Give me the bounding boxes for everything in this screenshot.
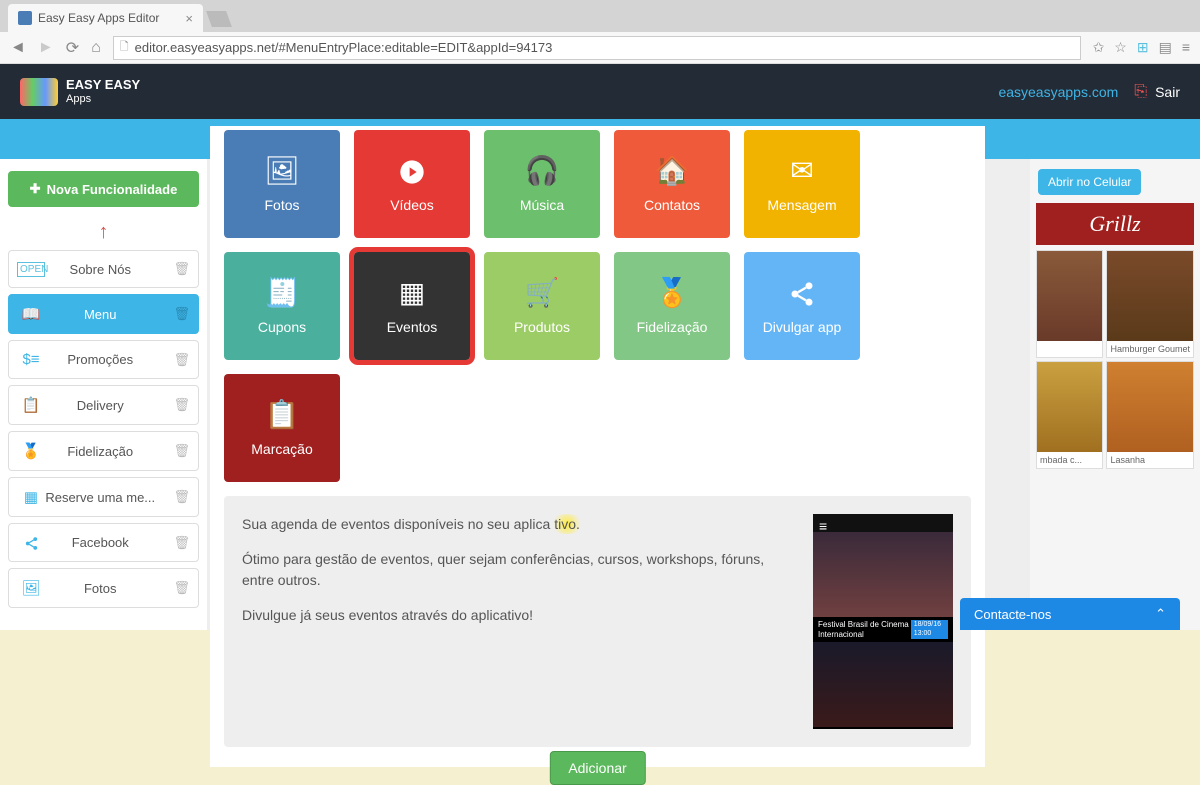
sidebar-label: Reserve uma me...	[27, 490, 173, 505]
logout-icon: ⎘	[1134, 83, 1147, 101]
new-tab-button[interactable]	[206, 11, 232, 27]
trash-icon[interactable]: 🗑	[173, 352, 190, 368]
sidebar-label: Promoções	[27, 352, 173, 367]
browser-nav-bar: ◄ ► ⟳ ⌂ 🗋 editor.easyeasyapps.net/#MenuE…	[0, 32, 1200, 64]
tile-fotos[interactable]: 🖼Fotos	[224, 130, 340, 238]
menu-icon[interactable]: ≡	[1182, 39, 1190, 56]
sidebar-item-facebook[interactable]: Facebook 🗑	[8, 523, 199, 562]
preview-panel: Abrir no Celular Grillz Hamburger Goumet…	[1030, 159, 1200, 630]
trash-icon[interactable]: 🗑	[173, 489, 190, 505]
trash-icon[interactable]: 🗑	[173, 306, 190, 322]
sidebar: ✚ Nova Funcionalidade ↑ OPEN Sobre Nós 🗑…	[0, 159, 208, 630]
tile-eventos[interactable]: ▦Eventos	[354, 252, 470, 360]
sidebar-item-reserve[interactable]: ▦ Reserve uma me... 🗑	[8, 477, 199, 517]
desc-p2: Ótimo para gestão de eventos, quer sejam…	[242, 549, 783, 591]
tile-marcacao[interactable]: 📋Marcação	[224, 374, 340, 482]
share-icon	[788, 277, 816, 309]
modal-description: Sua agenda de eventos disponíveis no seu…	[224, 496, 971, 747]
text-cursor-highlight: tivo.	[550, 514, 584, 534]
food-card[interactable]: mbada c...	[1036, 361, 1103, 469]
bookmark-icon[interactable]: ✩	[1093, 39, 1105, 56]
receipt-icon: 🧾	[265, 276, 300, 309]
sidebar-label: Delivery	[27, 398, 173, 413]
sidebar-label: Fidelização	[27, 444, 173, 459]
brand-banner: Grillz	[1036, 203, 1194, 245]
close-icon[interactable]: ×	[185, 11, 193, 26]
sidebar-label: Facebook	[27, 535, 173, 550]
trash-icon[interactable]: 🗑	[173, 261, 190, 277]
tile-musica[interactable]: 🎧Música	[484, 130, 600, 238]
trash-icon[interactable]: 🗑	[173, 580, 190, 596]
forward-icon[interactable]: ►	[38, 39, 54, 57]
arrow-annotation: ↑	[8, 221, 199, 244]
food-card[interactable]	[1036, 250, 1103, 358]
sidebar-item-sobre[interactable]: OPEN Sobre Nós 🗑	[8, 250, 199, 288]
trash-icon[interactable]: 🗑	[173, 535, 190, 551]
add-button[interactable]: Adicionar	[549, 751, 645, 785]
phone-preview: ≡ Festival Brasil de Cinema Internaciona…	[813, 514, 953, 729]
desc-p1: Sua agenda de eventos disponíveis no seu…	[242, 514, 783, 535]
logout-label: Sair	[1155, 84, 1180, 100]
clipboard-icon: 📋	[265, 398, 300, 431]
logo[interactable]: EASY EASY Apps	[20, 78, 140, 106]
image-icon: 🖼	[264, 154, 300, 187]
logout-button[interactable]: ⎘ Sair	[1134, 83, 1180, 101]
desc-p3: Divulgue já seus eventos através do apli…	[242, 605, 783, 626]
sidebar-item-menu[interactable]: 📖 Menu 🗑	[8, 294, 199, 334]
tile-contatos[interactable]: 🏠Contatos	[614, 130, 730, 238]
sidebar-item-promocoes[interactable]: $≡ Promoções 🗑	[8, 340, 199, 379]
play-icon	[398, 155, 426, 187]
browser-tab-strip: Easy Easy Apps Editor ×	[0, 0, 1200, 32]
home-icon[interactable]: ⌂	[91, 39, 101, 57]
ext-icon[interactable]: ⊞	[1137, 39, 1149, 56]
contact-widget[interactable]: Contacte-nos ⌃	[960, 598, 1180, 630]
headphones-icon: 🎧	[525, 154, 560, 187]
sidebar-label: Fotos	[27, 581, 173, 596]
tile-cupons[interactable]: 🧾Cupons	[224, 252, 340, 360]
tile-grid: 🖼Fotos Vídeos 🎧Música 🏠Contatos ✉Mensage…	[210, 126, 985, 496]
tile-videos[interactable]: Vídeos	[354, 130, 470, 238]
tile-mensagem[interactable]: ✉Mensagem	[744, 130, 860, 238]
favicon	[18, 11, 32, 25]
sidebar-label: Sobre Nós	[27, 262, 173, 277]
site-link[interactable]: easyeasyapps.com	[998, 84, 1118, 100]
logo-icon	[20, 78, 58, 106]
logo-text-1: EASY EASY	[66, 78, 140, 92]
open-mobile-button[interactable]: Abrir no Celular	[1038, 169, 1141, 195]
hamburger-icon: ≡	[819, 518, 827, 534]
medal-icon: 🏅	[655, 276, 690, 309]
trash-icon[interactable]: 🗑	[173, 397, 190, 413]
food-card[interactable]: Lasanha	[1106, 361, 1194, 469]
tab-title: Easy Easy Apps Editor	[38, 11, 159, 25]
plus-icon: ✚	[30, 181, 41, 197]
sidebar-item-delivery[interactable]: 📋 Delivery 🗑	[8, 385, 199, 425]
chevron-up-icon: ⌃	[1155, 606, 1166, 622]
back-icon[interactable]: ◄	[10, 39, 26, 57]
ext-icon-2[interactable]: ▤	[1159, 39, 1172, 56]
trash-icon[interactable]: 🗑	[173, 443, 190, 459]
new-func-label: Nova Funcionalidade	[47, 182, 178, 197]
tile-divulgar[interactable]: Divulgar app	[744, 252, 860, 360]
url-text: editor.easyeasyapps.net/#MenuEntryPlace:…	[135, 40, 553, 55]
page-icon: 🗋	[120, 38, 129, 57]
app-header: EASY EASY Apps easyeasyapps.com ⎘ Sair	[0, 64, 1200, 119]
logo-text-2: Apps	[66, 93, 140, 105]
calendar-icon: ▦	[399, 276, 425, 309]
tile-produtos[interactable]: 🛒Produtos	[484, 252, 600, 360]
cart-icon: 🛒	[525, 276, 560, 309]
home-icon: 🏠	[655, 154, 690, 187]
contact-label: Contacte-nos	[974, 607, 1051, 622]
url-bar[interactable]: 🗋 editor.easyeasyapps.net/#MenuEntryPlac…	[113, 36, 1081, 60]
sidebar-label: Menu	[27, 307, 173, 322]
browser-tab[interactable]: Easy Easy Apps Editor ×	[8, 4, 203, 32]
new-functionality-button[interactable]: ✚ Nova Funcionalidade	[8, 171, 199, 207]
tile-fidelizacao[interactable]: 🏅Fidelização	[614, 252, 730, 360]
sidebar-item-fidelizacao[interactable]: 🏅 Fidelização 🗑	[8, 431, 199, 471]
reload-icon[interactable]: ⟳	[66, 38, 79, 58]
functionality-modal: 🖼Fotos Vídeos 🎧Música 🏠Contatos ✉Mensage…	[210, 126, 985, 767]
sidebar-item-fotos[interactable]: 🖼 Fotos 🗑	[8, 568, 199, 608]
star-icon[interactable]: ☆	[1114, 39, 1127, 56]
mail-icon: ✉	[790, 154, 813, 187]
food-card[interactable]: Hamburger Goumet	[1106, 250, 1194, 358]
